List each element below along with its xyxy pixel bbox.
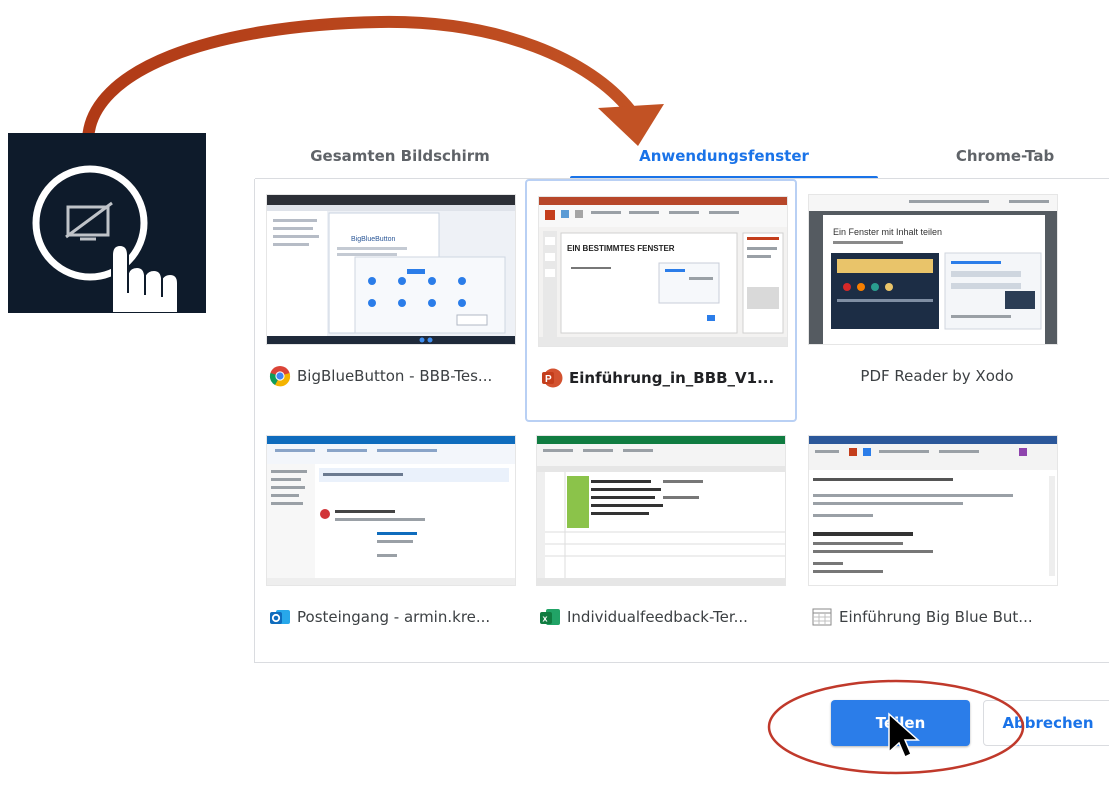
thumbnail-heading: Ein Fenster mit Inhalt teilen (833, 227, 942, 237)
window-card-outlook[interactable]: Posteingang - armin.kre... (255, 420, 527, 663)
tab-chrome-tab[interactable]: Chrome-Tab (905, 135, 1105, 177)
window-title: Einführung Big Blue But... (811, 604, 1063, 630)
window-card-document[interactable]: Einführung Big Blue But... (797, 420, 1069, 663)
window-thumbnail (537, 436, 785, 585)
thumbnail-heading: BigBlueButton (351, 236, 395, 243)
window-thumbnail (809, 436, 1057, 585)
window-title-text: BigBlueButton - BBB-Tes... (297, 367, 493, 385)
window-thumbnail: Ein Fenster mit Inhalt teilen (809, 195, 1057, 344)
window-title: Posteingang - armin.kre... (269, 604, 521, 630)
window-card-pdf-reader[interactable]: Ein Fenster mit Inhalt teilen PDF Reader… (797, 179, 1069, 422)
window-thumbnail: EIN BESTIMMTES FENSTER (539, 197, 787, 346)
window-title-text: PDF Reader by Xodo (860, 367, 1014, 385)
cancel-button[interactable]: Abbrechen (983, 700, 1109, 746)
share-screen-panel (8, 133, 206, 313)
outlook-icon (270, 610, 290, 624)
window-title: PDF Reader by Xodo (811, 363, 1063, 389)
window-card-bigbluebutton[interactable]: BigBlueButton BigBlueButton - BBB-Tes... (255, 179, 527, 422)
window-title-text: Individualfeedback-Ter... (567, 608, 748, 626)
tab-application-window[interactable]: Anwendungsfenster (570, 135, 878, 177)
document-icon (812, 608, 832, 626)
window-title: x Individualfeedback-Ter... (539, 604, 791, 630)
window-title-text: Einführung_in_BBB_V1... (569, 369, 775, 387)
svg-text:x: x (543, 614, 548, 624)
tab-bar: Gesamten Bildschirm Anwendungsfenster Ch… (240, 135, 1109, 177)
window-title-text: Einführung Big Blue But... (839, 608, 1033, 626)
screen-share-off-icon (65, 201, 113, 241)
hand-cursor-icon (111, 243, 179, 313)
window-card-excel[interactable]: x Individualfeedback-Ter... (525, 420, 797, 663)
thumbnail-heading: EIN BESTIMMTES FENSTER (567, 244, 675, 253)
powerpoint-icon: P (542, 368, 563, 388)
svg-text:P: P (545, 374, 552, 385)
window-grid: BigBlueButton BigBlueButton - BBB-Tes...… (254, 179, 1109, 663)
window-thumbnail: BigBlueButton (267, 195, 515, 344)
window-thumbnail (267, 436, 515, 585)
window-title: P Einführung_in_BBB_V1... (541, 365, 793, 391)
chrome-icon (269, 366, 291, 387)
share-button[interactable]: Teilen (831, 700, 970, 746)
window-title: BigBlueButton - BBB-Tes... (269, 363, 521, 389)
window-card-powerpoint[interactable]: EIN BESTIMMTES FENSTER P Einführung_in_B… (525, 179, 797, 422)
tab-entire-screen[interactable]: Gesamten Bildschirm (270, 135, 530, 177)
window-title-text: Posteingang - armin.kre... (297, 608, 491, 626)
excel-icon: x (540, 609, 560, 625)
